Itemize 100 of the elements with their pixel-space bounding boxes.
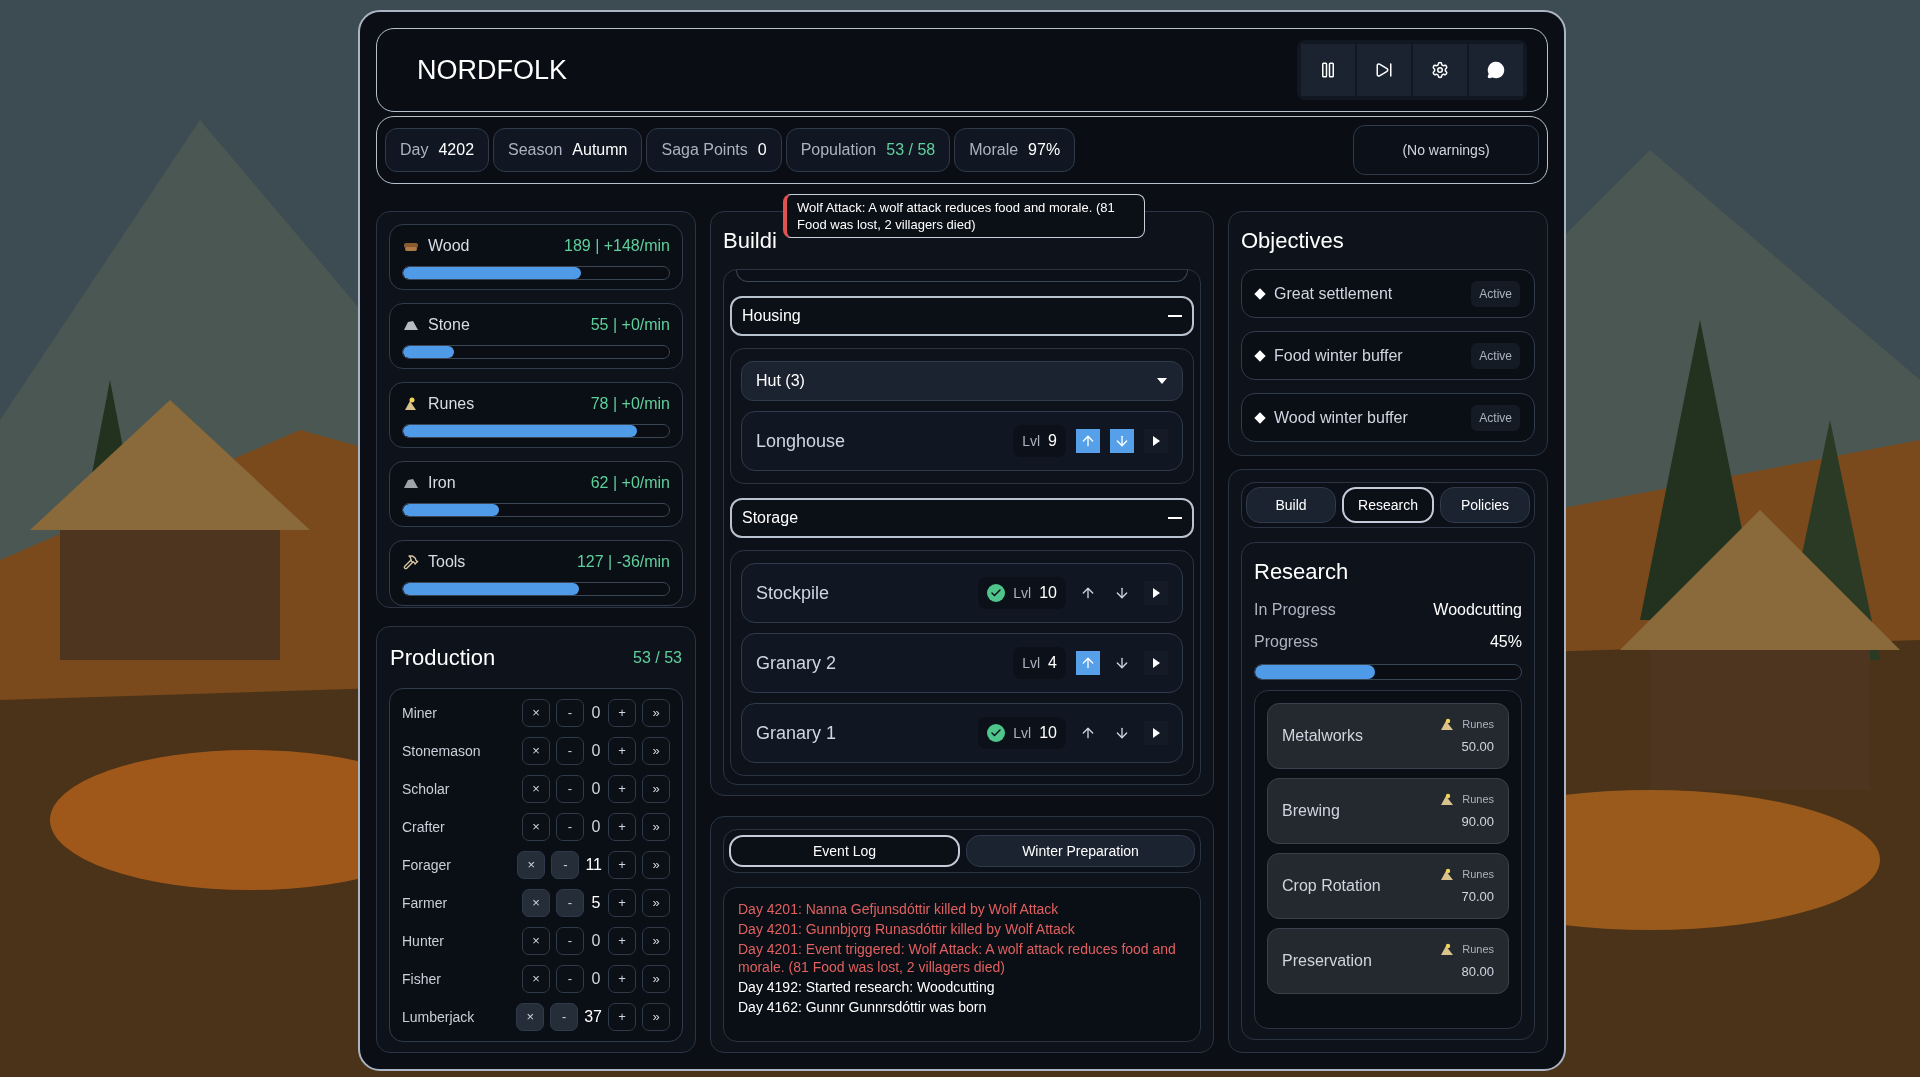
panel-title: Buildi [723,227,777,255]
log-entry: Day 4162: Gunnr Gunnrsdóttir was born [738,998,988,1016]
max-button[interactable]: » [642,927,670,955]
increase-button[interactable]: + [608,851,636,879]
open-button[interactable] [1144,429,1168,453]
job-name: Fisher [402,969,442,989]
skip-button[interactable] [1357,44,1411,96]
play-icon [1152,588,1160,598]
tab[interactable]: Policies [1440,487,1530,523]
increase-button[interactable]: + [608,775,636,803]
max-button[interactable]: » [642,851,670,879]
increase-button[interactable]: + [608,699,636,727]
settings-button[interactable] [1413,44,1467,96]
tab[interactable]: Build [1246,487,1336,523]
job-name: Stonemason [402,741,482,761]
group-header[interactable]: Storage [730,498,1194,538]
max-button[interactable]: » [642,889,670,917]
clear-button[interactable]: × [522,965,550,993]
increase-button[interactable]: + [608,1003,636,1031]
open-button[interactable] [1144,581,1168,605]
building-dropdown[interactable]: Hut (3) [741,361,1183,401]
tab[interactable]: Winter Preparation [966,835,1195,867]
decrease-button[interactable]: - [551,851,580,879]
skip-forward-icon [1375,61,1393,79]
rune-pile-icon [1440,717,1455,731]
open-button[interactable] [1144,721,1168,745]
job-name: Miner [402,703,438,723]
stat-label: Morale [969,140,1019,160]
level-value: 10 [1039,583,1057,603]
decrease-button[interactable]: - [556,775,584,803]
resource-reading: 189 | +148/min [564,236,670,256]
max-button[interactable]: » [642,775,670,803]
job-count: 0 [590,931,602,951]
decrease-button[interactable]: - [556,889,584,917]
research-name: Brewing [1282,801,1341,821]
currency-label: Runes [1462,792,1494,807]
clear-button[interactable]: × [522,737,550,765]
building-name: Longhouse [756,429,847,453]
decrease-button[interactable]: - [550,1003,579,1031]
increase-button[interactable]: + [608,927,636,955]
stat-label: Season [508,140,563,160]
max-button[interactable]: » [642,1003,670,1031]
currency-label: Runes [1462,867,1494,882]
stat-label: Population [800,140,877,160]
objective-name: Wood winter buffer [1274,407,1409,428]
rune-pile-icon [1440,942,1455,956]
research-item[interactable]: Metalworks Runes 50.00 [1267,703,1509,769]
warnings-box: (No warnings) [1353,125,1539,175]
decrease-button[interactable]: - [556,813,584,841]
increase-button[interactable]: + [608,965,636,993]
max-button[interactable]: » [642,737,670,765]
clear-button[interactable]: × [516,1003,545,1031]
chat-button[interactable] [1469,44,1523,96]
clear-button[interactable]: × [522,927,550,955]
stat-value: 0 [757,140,767,160]
level-value: 10 [1039,723,1057,743]
decrease-button[interactable]: - [556,965,584,993]
decrease-button[interactable]: - [556,699,584,727]
job-count: 0 [590,703,602,723]
max-button[interactable]: » [642,965,670,993]
clear-button[interactable]: × [522,813,550,841]
clear-button[interactable]: × [522,889,550,917]
speech-bubble-icon [1487,61,1505,79]
log-entry: Day 4192: Started research: Woodcutting [738,978,996,996]
log-entry: Day 4201: Gunnbjǫrg Runasdóttir killed by Wolf Attack [738,920,1076,938]
increase-button[interactable]: + [608,813,636,841]
research-item[interactable]: Preservation Runes 80.00 [1267,928,1509,994]
job-name: Crafter [402,817,446,837]
job-name: Scholar [402,779,451,799]
increase-button[interactable]: + [608,889,636,917]
increase-button[interactable]: + [608,737,636,765]
panel-title: Objectives [1241,227,1345,255]
tab[interactable]: Event Log [729,835,960,867]
app-title: NORDFOLK [417,53,568,87]
building-name: Granary 1 [756,721,838,745]
job-name: Farmer [402,893,449,913]
field-label: Progress [1254,632,1319,652]
resource-reading: 55 | +0/min [590,315,670,335]
max-button[interactable]: » [642,813,670,841]
research-item[interactable]: Crop Rotation Runes 70.00 [1267,853,1509,919]
decrease-button[interactable]: - [556,927,584,955]
group-header[interactable]: Housing [730,296,1194,336]
objective-name: Food winter buffer [1274,345,1404,366]
research-cost: 70.00 [1461,887,1494,906]
open-button[interactable] [1144,651,1168,675]
pause-button[interactable] [1301,44,1355,96]
job-count: 0 [590,817,602,837]
resource-name: Iron [428,473,457,493]
stat-value: 4202 [438,140,475,160]
hammer-icon [402,554,420,570]
max-button[interactable]: » [642,699,670,727]
tab[interactable]: Research [1342,487,1434,523]
research-item[interactable]: Brewing Runes 90.00 [1267,778,1509,844]
clear-button[interactable]: × [517,851,546,879]
status-label: Active [1471,404,1520,431]
clear-button[interactable]: × [522,699,550,727]
decrease-button[interactable]: - [556,737,584,765]
play-icon [1152,658,1160,668]
clear-button[interactable]: × [522,775,550,803]
tooltip: Wolf Attack: A wolf attack reduces food and morale. (81 Food was lost, 2 villagers died) [783,194,1145,238]
